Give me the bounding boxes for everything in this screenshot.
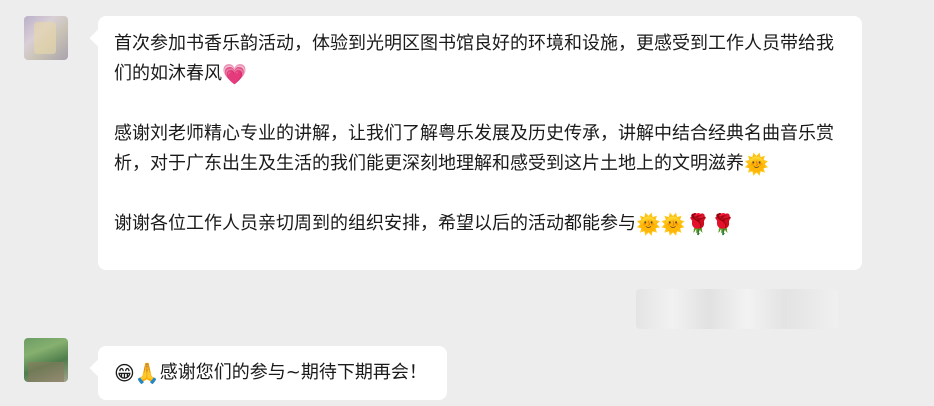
message-paragraph: 😁🙏感谢您们的参与~期待下期再会！ bbox=[114, 358, 427, 388]
message-text: 感谢您们的参与~期待下期再会！ bbox=[159, 362, 427, 383]
message-bubble: 首次参加书香乐韵活动，体验到光明区图书馆良好的环境和设施，更感受到工作人员带给我… bbox=[98, 16, 862, 270]
message-paragraph: 谢谢各位工作人员亲切周到的组织安排，希望以后的活动都能参与🌞🌞🌹🌹 bbox=[114, 209, 846, 239]
rose-emoji-icon: 🌹 bbox=[710, 212, 736, 236]
message-text: 感谢刘老师精心专业的讲解，让我们了解粤乐发展及历史传承，讲解中结合经典名曲音乐赏… bbox=[114, 123, 834, 174]
sender-avatar[interactable] bbox=[24, 338, 68, 382]
sun-emoji-icon: 🌞 bbox=[660, 212, 686, 236]
pray-emoji-icon: 🙏 bbox=[134, 361, 160, 385]
grin-emoji-icon: 😁 bbox=[114, 361, 135, 385]
sun-emoji-icon: 🌞 bbox=[744, 152, 769, 176]
message-bubble: 😁🙏感谢您们的参与~期待下期再会！ bbox=[98, 346, 447, 400]
sun-emoji-icon: 🌞 bbox=[636, 212, 661, 236]
rose-emoji-icon: 🌹 bbox=[685, 212, 711, 236]
heart-emoji-icon: 💗 bbox=[222, 62, 247, 86]
blurred-content bbox=[636, 289, 838, 329]
message-text: 谢谢各位工作人员亲切周到的组织安排，希望以后的活动都能参与 bbox=[114, 213, 636, 234]
sender-avatar[interactable] bbox=[24, 16, 68, 60]
message-paragraph: 首次参加书香乐韵活动，体验到光明区图书馆良好的环境和设施，更感受到工作人员带给我… bbox=[114, 29, 846, 89]
message-paragraph: 感谢刘老师精心专业的讲解，让我们了解粤乐发展及历史传承，讲解中结合经典名曲音乐赏… bbox=[114, 119, 846, 179]
